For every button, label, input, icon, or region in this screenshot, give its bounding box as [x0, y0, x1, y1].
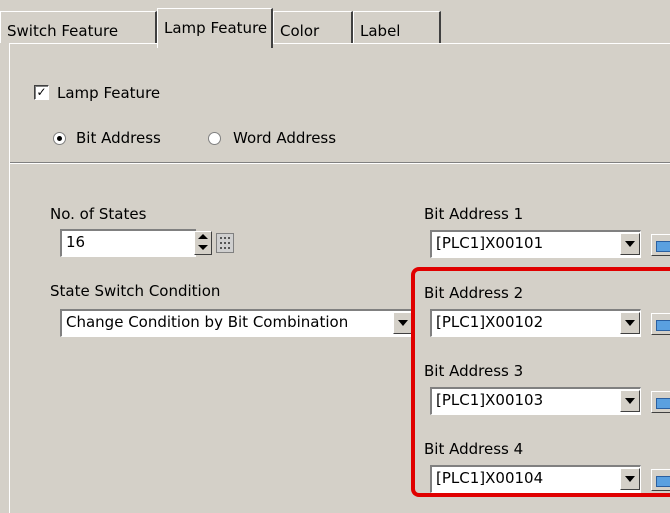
keypad-icon[interactable]: [216, 233, 234, 253]
word-address-radio-label: Word Address: [233, 129, 337, 147]
state-switch-label: State Switch Condition: [50, 282, 221, 300]
bit-address-radio-label: Bit Address: [76, 129, 161, 147]
tab-label[interactable]: Label: [353, 11, 441, 43]
bit-address-4-dropdown-button[interactable]: [620, 468, 640, 490]
word-address-radio[interactable]: [208, 132, 221, 145]
tab-strip: Switch Feature Lamp Feature Color Label: [0, 0, 670, 48]
bit-address-1-field[interactable]: [PLC1]X00101: [430, 230, 641, 258]
states-input[interactable]: 16: [60, 229, 196, 257]
bit-address-2-dropdown-button[interactable]: [620, 312, 640, 334]
bit-address-2-label: Bit Address 2: [424, 284, 524, 302]
separator: [10, 162, 670, 164]
bit-address-3-dropdown-button[interactable]: [620, 390, 640, 412]
lamp-feature-checkbox[interactable]: ✓: [34, 85, 49, 100]
bit-address-1-dropdown-button[interactable]: [620, 233, 640, 255]
address-input-icon[interactable]: [651, 391, 670, 413]
bit-address-4-field[interactable]: [PLC1]X00104: [430, 465, 641, 493]
address-input-icon[interactable]: [651, 469, 670, 491]
spin-down-icon[interactable]: [198, 245, 208, 250]
state-switch-select[interactable]: Change Condition by Bit Combination: [60, 309, 415, 337]
tab-lamp-feature[interactable]: Lamp Feature: [157, 8, 273, 48]
tab-color[interactable]: Color: [273, 11, 353, 43]
bit-address-3-field[interactable]: [PLC1]X00103: [430, 387, 641, 415]
bit-address-radio[interactable]: [53, 132, 66, 145]
state-switch-dropdown-button[interactable]: [393, 312, 413, 334]
address-input-icon[interactable]: [651, 313, 670, 335]
spin-up-icon[interactable]: [198, 234, 208, 239]
bit-address-3-label: Bit Address 3: [424, 362, 524, 380]
tab-label-text: Label: [360, 22, 401, 40]
bit-address-4-label: Bit Address 4: [424, 440, 524, 458]
tab-label: Switch Feature: [7, 22, 119, 40]
states-label: No. of States: [50, 205, 147, 223]
bit-address-2-field[interactable]: [PLC1]X00102: [430, 309, 641, 337]
lamp-feature-panel: [9, 43, 670, 513]
lamp-feature-label: Lamp Feature: [57, 84, 161, 102]
address-input-icon[interactable]: [651, 234, 670, 256]
bit-address-1-label: Bit Address 1: [424, 205, 524, 223]
states-spinner[interactable]: [194, 231, 212, 255]
tab-label: Lamp Feature: [164, 19, 268, 37]
tab-switch-feature[interactable]: Switch Feature: [0, 11, 157, 43]
tab-label: Color: [280, 22, 320, 40]
